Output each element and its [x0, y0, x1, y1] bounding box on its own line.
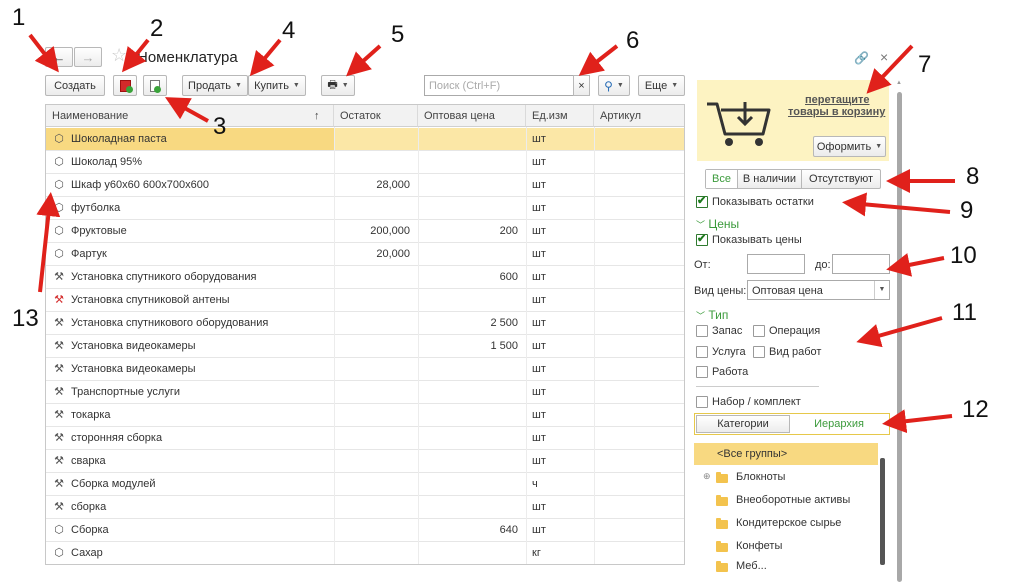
arrow-13	[36, 192, 61, 293]
arrow-2	[121, 38, 150, 73]
annotation-arrows	[28, 33, 955, 434]
annotation-1: 1	[12, 4, 26, 31]
arrow-12	[882, 409, 953, 434]
arrow-6	[578, 44, 619, 76]
annotation-5: 5	[391, 21, 405, 48]
arrow-3	[165, 97, 209, 123]
annotation-10: 10	[950, 242, 977, 269]
annotation-4: 4	[282, 17, 296, 44]
arrow-9	[842, 192, 951, 217]
annotation-2: 2	[150, 15, 164, 42]
annotation-9: 9	[960, 197, 974, 224]
annotation-7: 7	[918, 51, 932, 78]
arrow-11	[856, 316, 943, 348]
arrow-10	[886, 253, 945, 277]
annotation-11: 11	[952, 299, 977, 326]
arrow-1	[28, 33, 59, 73]
annotation-6: 6	[626, 27, 640, 54]
arrow-7	[866, 44, 914, 94]
annotation-3: 3	[213, 113, 227, 140]
annotation-13: 13	[12, 305, 39, 332]
annotation-12: 12	[962, 396, 989, 423]
annotation-8: 8	[966, 163, 980, 190]
arrow-5	[346, 44, 382, 77]
arrow-4	[249, 38, 282, 77]
